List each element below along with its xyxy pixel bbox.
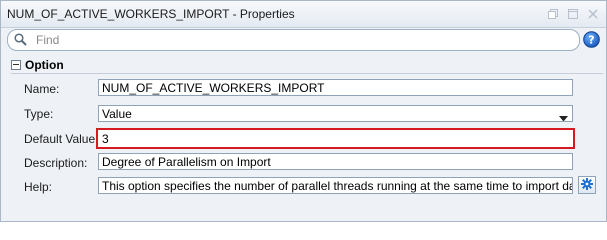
default-value-value: 3 (102, 132, 109, 146)
section-divider (11, 73, 603, 74)
name-label: Name: (24, 82, 60, 96)
name-value: NUM_OF_ACTIVE_WORKERS_IMPORT (102, 81, 325, 95)
svg-text:?: ? (588, 34, 594, 47)
search-icon (14, 33, 27, 49)
help-label: Help: (24, 180, 53, 194)
close-icon[interactable] (584, 5, 602, 23)
chevron-down-icon[interactable] (559, 111, 568, 121)
name-field[interactable]: NUM_OF_ACTIVE_WORKERS_IMPORT (98, 79, 573, 96)
gear-icon (581, 177, 593, 193)
type-value: Value (102, 106, 132, 121)
search-box[interactable] (7, 29, 580, 51)
description-label: Description: (24, 156, 88, 170)
type-label: Type: (24, 107, 54, 121)
help-field[interactable]: This option specifies the number of para… (98, 177, 573, 194)
restore-icon[interactable] (544, 5, 562, 23)
title-bar: NUM_OF_ACTIVE_WORKERS_IMPORT - Propertie… (1, 1, 606, 28)
window-controls (544, 5, 602, 23)
maximize-icon[interactable] (564, 5, 582, 23)
collapse-icon[interactable] (11, 60, 21, 70)
type-select[interactable]: Value (98, 105, 573, 122)
search-input[interactable] (34, 31, 558, 49)
help-edit-button[interactable] (578, 176, 596, 194)
help-icon[interactable]: ? (583, 31, 600, 51)
section-header-option[interactable]: Option (11, 58, 64, 72)
window-title: NUM_OF_ACTIVE_WORKERS_IMPORT - Propertie… (7, 7, 295, 21)
default-value-field[interactable]: 3 (98, 130, 573, 147)
description-field[interactable]: Degree of Parallelism on Import (98, 153, 573, 170)
description-value: Degree of Parallelism on Import (102, 155, 271, 169)
properties-window: NUM_OF_ACTIVE_WORKERS_IMPORT - Propertie… (0, 0, 607, 222)
default-value-label: Default Value: (24, 132, 99, 146)
help-value: This option specifies the number of para… (102, 179, 572, 193)
section-title: Option (25, 58, 64, 72)
